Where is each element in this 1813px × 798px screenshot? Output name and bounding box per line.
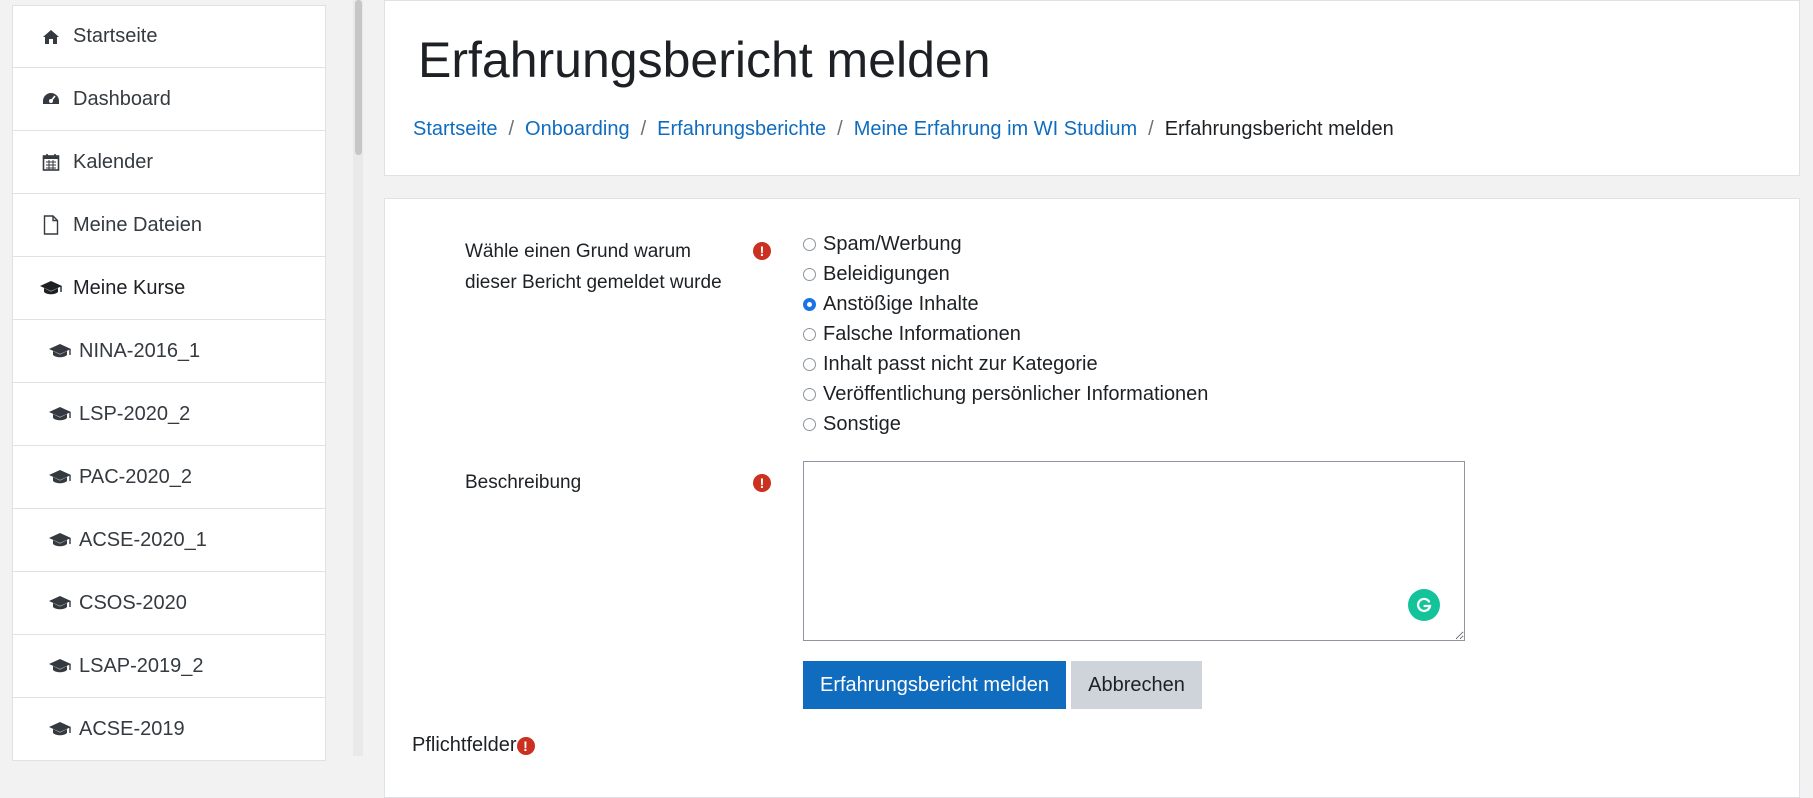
sidebar-item-meine-kurse[interactable]: Meine Kurse	[12, 257, 326, 320]
sidebar-item-label: PAC-2020_2	[79, 465, 193, 488]
description-textarea[interactable]	[803, 461, 1465, 641]
radio-button[interactable]	[803, 327, 816, 341]
radio-button[interactable]	[803, 357, 816, 371]
report-form: Wähle einen Grund warum dieser Bericht g…	[384, 198, 1800, 798]
sidebar: Startseite Dashboard Kalender Meine Date…	[0, 0, 363, 761]
sidebar-course-item[interactable]: ACSE-2020_1	[12, 509, 326, 572]
sidebar-item-startseite[interactable]: Startseite	[12, 5, 326, 68]
breadcrumb-link-onboarding[interactable]: Onboarding	[525, 118, 630, 141]
submit-report-button[interactable]: Erfahrungsbericht melden	[803, 661, 1066, 709]
radio-label: Inhalt passt nicht zur Kategorie	[823, 352, 1098, 375]
required-fields-note: Pflichtfelder !	[412, 734, 535, 757]
breadcrumb-link-meine-erfahrung[interactable]: Meine Erfahrung im WI Studium	[854, 118, 1137, 141]
sidebar-scrollbar-thumb[interactable]	[355, 0, 362, 155]
reason-option-falsche-kategorie[interactable]: Inhalt passt nicht zur Kategorie	[803, 349, 1208, 379]
graduation-cap-icon	[45, 466, 75, 488]
reason-option-beleidigungen[interactable]: Beleidigungen	[803, 259, 1208, 289]
breadcrumb-separator: /	[508, 118, 515, 140]
sidebar-item-label: ACSE-2020_1	[79, 528, 207, 551]
radio-button[interactable]	[803, 267, 816, 281]
graduation-cap-icon	[45, 340, 75, 362]
reason-option-persoenliche-informationen[interactable]: Veröffentlichung persönlicher Informatio…	[803, 379, 1208, 409]
breadcrumb: Startseite / Onboarding / Erfahrungsberi…	[413, 118, 1394, 141]
sidebar-item-label: NINA-2016_1	[79, 339, 201, 362]
page-header: Erfahrungsbericht melden Startseite / On…	[384, 0, 1800, 176]
radio-label: Spam/Werbung	[823, 232, 962, 255]
sidebar-item-label: ACSE-2019	[79, 717, 185, 740]
grammarly-icon[interactable]	[1408, 589, 1440, 621]
sidebar-course-item[interactable]: ACSE-2019	[12, 698, 326, 761]
graduation-cap-icon	[45, 592, 75, 614]
sidebar-course-item[interactable]: LSAP-2019_2	[12, 635, 326, 698]
graduation-cap-icon	[45, 403, 75, 425]
graduation-cap-icon	[45, 529, 75, 551]
reason-label-line-2: dieser Bericht gemeldet wurde	[465, 272, 722, 293]
reason-option-spam[interactable]: Spam/Werbung	[803, 229, 1208, 259]
dashboard-icon	[39, 88, 63, 110]
breadcrumb-link-startseite[interactable]: Startseite	[413, 118, 497, 141]
sidebar-item-label: Meine Dateien	[73, 213, 202, 236]
reason-label-line-1: Wähle einen Grund warum	[465, 241, 691, 262]
required-icon: !	[753, 474, 771, 492]
graduation-cap-icon	[45, 655, 75, 677]
radio-label: Sonstige	[823, 412, 901, 435]
home-icon	[39, 26, 63, 48]
radio-label: Beleidigungen	[823, 262, 950, 285]
required-note-label: Pflichtfelder	[412, 734, 517, 756]
description-label: Beschreibung	[465, 472, 582, 493]
reason-option-falsche-informationen[interactable]: Falsche Informationen	[803, 319, 1208, 349]
radio-label: Falsche Informationen	[823, 322, 1021, 345]
reason-radio-group: Spam/Werbung Beleidigungen Anstößige Inh…	[803, 229, 1208, 439]
calendar-icon	[39, 151, 63, 173]
sidebar-course-item[interactable]: CSOS-2020	[12, 572, 326, 635]
sidebar-course-item[interactable]: LSP-2020_2	[12, 383, 326, 446]
required-icon: !	[516, 736, 535, 755]
sidebar-item-meine-dateien[interactable]: Meine Dateien	[12, 194, 326, 257]
radio-button[interactable]	[803, 237, 816, 251]
sidebar-item-label: Meine Kurse	[73, 276, 186, 299]
graduation-cap-icon	[39, 277, 63, 299]
breadcrumb-separator: /	[640, 118, 647, 140]
radio-label: Veröffentlichung persönlicher Informatio…	[823, 382, 1209, 405]
reason-label: Wähle einen Grund warum dieser Bericht g…	[465, 236, 722, 298]
sidebar-item-kalender[interactable]: Kalender	[12, 131, 326, 194]
graduation-cap-icon	[45, 718, 75, 740]
breadcrumb-link-erfahrungsberichte[interactable]: Erfahrungsberichte	[657, 118, 826, 141]
sidebar-course-item[interactable]: PAC-2020_2	[12, 446, 326, 509]
reason-option-sonstige[interactable]: Sonstige	[803, 409, 1208, 439]
radio-button[interactable]	[803, 387, 816, 401]
breadcrumb-current: Erfahrungsbericht melden	[1164, 118, 1394, 140]
sidebar-item-label: Kalender	[73, 150, 154, 173]
radio-label: Anstößige Inhalte	[823, 292, 979, 315]
reason-option-anstoessige-inhalte[interactable]: Anstößige Inhalte	[803, 289, 1208, 319]
cancel-button[interactable]: Abbrechen	[1071, 661, 1202, 709]
sidebar-item-label: Startseite	[73, 25, 158, 47]
page-title: Erfahrungsbericht melden	[418, 32, 991, 88]
radio-button-checked[interactable]	[803, 297, 816, 311]
sidebar-item-dashboard[interactable]: Dashboard	[12, 68, 326, 131]
sidebar-item-label: LSAP-2019_2	[79, 654, 204, 677]
breadcrumb-separator: /	[1148, 118, 1154, 140]
sidebar-item-label: LSP-2020_2	[79, 402, 191, 425]
required-icon: !	[753, 242, 771, 260]
sidebar-item-label: CSOS-2020	[79, 591, 187, 614]
nav-list: Startseite Dashboard Kalender Meine Date…	[12, 5, 326, 761]
file-icon	[39, 214, 63, 236]
sidebar-course-item[interactable]: NINA-2016_1	[12, 320, 326, 383]
breadcrumb-separator: /	[837, 118, 843, 140]
sidebar-item-label: Dashboard	[73, 87, 171, 110]
radio-button[interactable]	[803, 417, 816, 431]
